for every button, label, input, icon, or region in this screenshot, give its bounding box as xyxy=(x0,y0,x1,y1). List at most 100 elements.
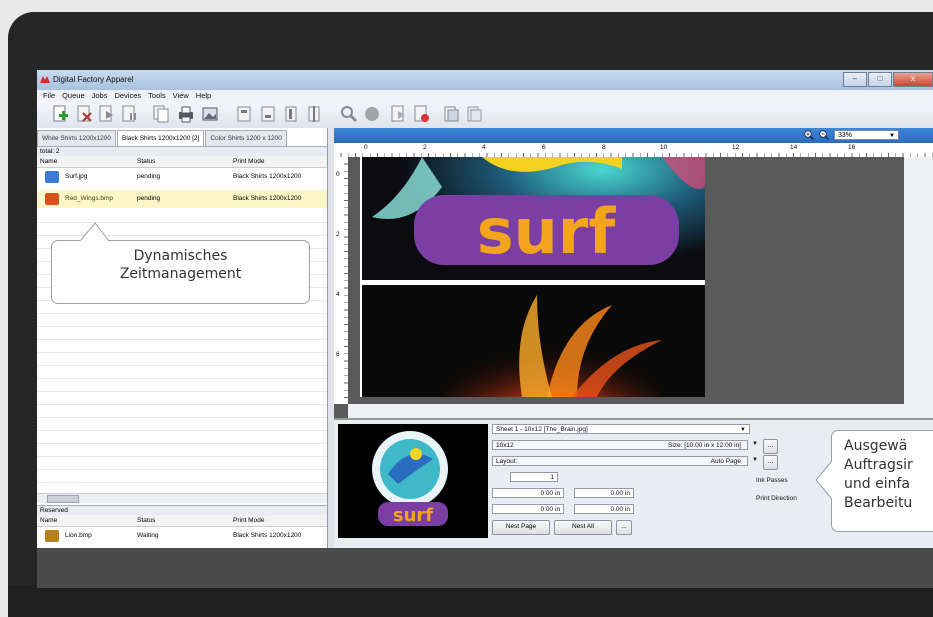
menu-help[interactable]: Help xyxy=(196,90,211,101)
tab-black-shirts[interactable]: Black Shirts 1200x1200 [2] xyxy=(117,130,205,146)
reserved-label: Reserved xyxy=(37,505,327,515)
vertical-scrollbar[interactable] xyxy=(904,157,933,404)
ruler-label: 6 xyxy=(542,144,546,151)
align-left-icon[interactable] xyxy=(282,105,300,123)
thumbnail-image xyxy=(45,193,59,205)
move-job-icon[interactable] xyxy=(97,105,115,123)
ruler-label: 2 xyxy=(423,144,427,151)
job-name: Red_Wings.bmp xyxy=(65,195,114,202)
table-row[interactable]: Lion.bmp Waiting Black Shirts 1200x1200 xyxy=(37,527,327,545)
layout-field[interactable]: Layout: Auto Page xyxy=(492,456,748,466)
chevron-down-icon[interactable]: ▼ xyxy=(752,457,758,463)
surf-logo-graphic: surf xyxy=(372,157,705,268)
ruler-label: 6 xyxy=(336,351,340,358)
delete-job-icon[interactable] xyxy=(75,105,93,123)
queue-list-icon[interactable] xyxy=(465,105,483,123)
chevron-down-icon[interactable]: ▼ xyxy=(752,441,758,447)
callout-line: Bearbeitu xyxy=(844,495,913,511)
ruler-label: 0 xyxy=(336,171,340,178)
layout-value: Auto Page xyxy=(710,458,741,465)
ruler-label: 10 xyxy=(660,144,668,151)
margin-top-field[interactable]: 0.00 in xyxy=(492,504,564,514)
nest-more-button[interactable]: ... xyxy=(616,520,632,535)
flame-artwork[interactable] xyxy=(362,285,705,397)
menu-tools[interactable]: Tools xyxy=(148,90,166,101)
ink-passes-label: Ink Passes xyxy=(756,477,788,484)
total-count: total: 2 xyxy=(37,146,327,156)
margin-left-field[interactable]: 0.00 in xyxy=(492,488,564,498)
chevron-down-icon: ▼ xyxy=(740,427,746,433)
column-name[interactable]: Name xyxy=(40,156,57,167)
zoom-in-icon[interactable] xyxy=(804,130,814,140)
menu-bar: File Queue Jobs Devices Tools View Help xyxy=(37,90,933,101)
queue-scrollbar[interactable] xyxy=(37,493,327,503)
margin-value: 0.00 in xyxy=(610,490,630,497)
ruler-label: 8 xyxy=(602,144,606,151)
tab-white-shirts[interactable]: White Shirts 1200x1200 xyxy=(37,130,117,146)
ruler-label: 4 xyxy=(336,291,340,298)
surf-artwork[interactable]: surf xyxy=(362,157,705,280)
job-name: Lion.bmp xyxy=(65,532,92,539)
print-canvas[interactable]: surf xyxy=(348,157,904,404)
zoom-value: 33% xyxy=(838,132,853,139)
callout-order-info: Ausgewä Auftragsir und einfa Bearbeitu xyxy=(831,430,933,532)
nest-all-button[interactable]: Nest All xyxy=(554,520,612,535)
zoom-out-icon[interactable] xyxy=(819,130,829,140)
pause-job-icon[interactable] xyxy=(120,105,138,123)
align-bottom-icon[interactable] xyxy=(259,105,277,123)
minimize-button[interactable]: – xyxy=(843,72,867,87)
column-status[interactable]: Status xyxy=(137,515,155,526)
menu-devices[interactable]: Devices xyxy=(114,90,141,101)
nest-page-button[interactable]: Nest Page xyxy=(492,520,550,535)
size-field[interactable]: 10x12 Size: [10.00 in x 12.00 in] xyxy=(492,440,748,450)
tab-color-shirts[interactable]: Color Shirts 1200 x 1200 xyxy=(205,130,287,146)
flame-graphic xyxy=(442,295,662,397)
menu-file[interactable]: File xyxy=(43,90,55,101)
sheet-select[interactable]: Sheet 1 - 10x12 [The_Brain.jpg] ▼ xyxy=(492,424,750,434)
margin-right-field[interactable]: 0.00 in xyxy=(574,488,634,498)
zoom-tool-icon[interactable] xyxy=(340,105,358,123)
print-icon[interactable] xyxy=(177,105,195,123)
image-icon[interactable] xyxy=(201,105,219,123)
add-job-icon[interactable] xyxy=(51,105,69,123)
stop-icon[interactable] xyxy=(363,105,381,123)
surf-word: surf xyxy=(477,195,617,268)
margin-bottom-field[interactable]: 0.00 in xyxy=(574,504,634,514)
callout-line: Ausgewä xyxy=(844,438,908,454)
job-print-mode: Black Shirts 1200x1200 xyxy=(233,173,302,180)
size-more-button[interactable]: ... xyxy=(763,439,778,454)
align-center-icon[interactable] xyxy=(305,105,323,123)
column-print-mode[interactable]: Print Mode xyxy=(233,156,264,167)
copy-job-icon[interactable] xyxy=(152,105,170,123)
window-controls: – □ x xyxy=(842,72,933,87)
sheet-select-value: Sheet 1 - 10x12 [The_Brain.jpg] xyxy=(496,426,588,433)
queue-header: Name Status Print Mode xyxy=(37,156,327,168)
align-top-icon[interactable] xyxy=(235,105,253,123)
horizontal-scrollbar[interactable] xyxy=(348,404,933,418)
callout-line: Auftragsir xyxy=(844,457,913,473)
queue-settings-icon[interactable] xyxy=(442,105,460,123)
callout-time-management: Dynamisches Zeitmanagement xyxy=(51,240,310,304)
callout-pointer xyxy=(80,222,110,242)
thumbnail-image xyxy=(45,530,59,542)
copies-field[interactable]: 1 xyxy=(510,472,558,482)
layout-more-button[interactable]: ... xyxy=(763,455,778,470)
menu-view[interactable]: View xyxy=(173,90,189,101)
zoom-select[interactable]: 33% ▼ xyxy=(834,130,899,140)
print-direction-label: Print Direction xyxy=(756,495,797,502)
column-status[interactable]: Status xyxy=(137,156,155,167)
scroll-thumb[interactable] xyxy=(47,495,79,503)
column-print-mode[interactable]: Print Mode xyxy=(233,515,264,526)
send-job-icon[interactable] xyxy=(389,105,407,123)
table-row-selected[interactable]: Red_Wings.bmp pending Black Shirts 1200x… xyxy=(37,190,327,208)
window-title: Digital Factory Apparel xyxy=(53,75,134,84)
maximize-button[interactable]: □ xyxy=(868,72,892,87)
title-bar: Digital Factory Apparel – □ x xyxy=(37,70,933,90)
ruler-vertical: 0 2 4 6 xyxy=(334,157,349,404)
cancel-job-icon[interactable] xyxy=(412,105,430,123)
column-name[interactable]: Name xyxy=(40,515,57,526)
menu-queue[interactable]: Queue xyxy=(62,90,85,101)
menu-jobs[interactable]: Jobs xyxy=(92,90,108,101)
close-button[interactable]: x xyxy=(893,72,933,87)
table-row[interactable]: Surf.jpg pending Black Shirts 1200x1200 xyxy=(37,168,327,186)
